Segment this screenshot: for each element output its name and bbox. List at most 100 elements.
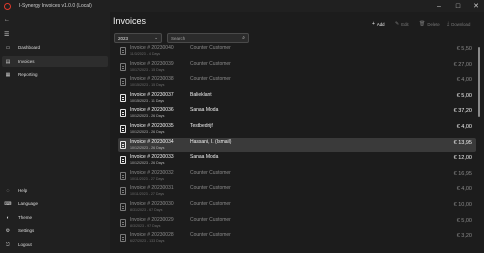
maximize-button[interactable]: □ [451,0,465,12]
invoice-date: 11/3/2023 - 4 Days [130,52,161,56]
edit-label: Edit [401,21,409,27]
invoice-date: 10/12/2023 - 26 Days [130,114,165,119]
document-icon [120,171,126,180]
document-icon [120,93,126,102]
invoice-date: 10/15/2023 - 15 Days [130,83,165,88]
invoice-customer: Counter Customer [190,45,231,51]
year-select[interactable]: 2023 ⌄ [114,33,162,43]
invoice-date: 8/31/2023 - 67 Days [130,208,163,212]
search-placeholder: Search [171,35,186,41]
document-icon [120,234,126,243]
invoice-number: Invoice # 20230035 [130,123,174,129]
sidebar-item-invoices[interactable]: ▤ Invoices [2,56,108,67]
document-icon [120,187,126,196]
invoice-number: Invoice # 20230031 [130,185,174,192]
invoice-date: 10/12/2023 - 26 Days [130,145,165,150]
invoice-amount: € 12,00 [453,155,472,162]
invoice-customer: Sanaa Moda [190,154,219,161]
page-title: Invoices [113,16,147,26]
edit-button[interactable]: ✎ Edit [395,21,409,27]
invoice-row[interactable]: Invoice # 20230037 10/15/2023 - 11 Days Ba… [118,91,476,105]
document-icon [120,156,126,165]
sidebar-item-logout[interactable]: ⎋ Logout [2,239,108,250]
invoice-customer: Counter Customer [190,169,231,176]
download-icon: ⤓ [447,21,450,27]
monitor-icon: ▭ [5,44,11,51]
invoice-date: 6/27/2023 - 133 Days [130,239,165,244]
trash-icon: 🗑 [419,21,426,27]
sidebar-item-reporting[interactable]: ▦ Reporting [2,69,108,80]
sidebar-item-theme[interactable]: ◐ Theme [2,212,108,223]
invoice-amount: € 27,00 [453,61,472,68]
delete-button[interactable]: 🗑 Delete [419,21,440,27]
sidebar-item-help[interactable]: ◌ Help [2,185,108,196]
plus-icon: + [372,21,375,27]
download-button[interactable]: ⤓ Download [447,21,470,27]
invoice-icon: ▤ [5,58,11,65]
invoice-row[interactable]: Invoice # 20230031 10/11/2023 - 27 Days Co… [118,184,476,198]
invoice-row[interactable]: Invoice # 20230033 10/12/2023 - 26 Days Sa… [118,153,476,167]
scrollbar[interactable] [478,47,480,117]
sidebar-item-label: Dashboard [18,45,41,50]
invoice-amount: € 5,00 [456,92,472,99]
invoice-customer: Counter Customer [190,216,231,223]
invoice-customer: Counter Customer [190,185,231,192]
pencil-icon: ✎ [395,21,400,27]
chevron-down-icon: ⌄ [154,35,158,40]
search-input[interactable]: Search ⌕ [167,33,249,43]
report-icon: ▦ [5,71,11,78]
invoice-amount: € 5,00 [456,217,472,224]
invoice-number: Invoice # 20230034 [130,138,174,145]
invoice-date: 10/15/2023 - 11 Days [130,98,165,103]
invoice-customer: Counter Customer [190,232,231,239]
minimize-button[interactable]: – [432,0,446,12]
invoice-number: Invoice # 20230033 [130,154,174,161]
invoice-row[interactable]: Invoice # 20230039 10/17/2023 - 15 Days Co… [118,60,476,74]
sidebar-item-label: Theme [18,215,33,220]
document-icon [120,140,126,149]
invoice-customer: Counter Customer [190,201,231,207]
sidebar-item-dashboard[interactable]: ▭ Dashboard [2,42,108,53]
invoice-row[interactable]: Invoice # 20230029 8/3/2023 - 97 Days Coun… [118,216,476,230]
sidebar-item-label: Language [18,201,39,206]
invoice-row[interactable]: Invoice # 20230030 8/31/2023 - 67 Days Cou… [118,200,476,214]
invoice-number: Invoice # 20230032 [130,169,174,176]
invoice-amount: € 37,20 [453,108,472,115]
search-icon: ⌕ [242,35,245,41]
sidebar-item-settings[interactable]: ⚙ Settings [2,225,108,236]
invoice-date: 10/11/2023 - 27 Days [130,176,165,181]
invoice-row[interactable]: Invoice # 20230038 10/15/2023 - 15 Days Co… [118,75,476,89]
document-icon [120,109,126,118]
document-icon [120,203,126,211]
close-button[interactable]: ✕ [469,0,483,12]
invoice-number: Invoice # 20230037 [130,91,174,98]
year-value: 2023 [118,35,129,41]
invoice-row[interactable]: Invoice # 20230028 6/27/2023 - 133 Days Co… [118,231,476,245]
language-icon: ⌨ [4,200,12,207]
invoice-customer: Balieklant [190,91,212,98]
invoice-amount: € 10,00 [453,202,472,208]
invoice-row[interactable]: Invoice # 20230032 10/11/2023 - 27 Days Co… [118,169,476,183]
add-button[interactable]: + Add [372,21,385,27]
logout-icon: ⎋ [6,241,10,248]
invoice-row[interactable]: Invoice # 20230035 10/12/2023 - 26 Days Te… [118,122,476,136]
invoice-amount: € 16,95 [453,170,472,177]
sidebar-item-label: Help [18,188,28,193]
invoice-number: Invoice # 20230038 [130,76,174,83]
invoice-date: 8/3/2023 - 97 Days [130,223,161,228]
sidebar-item-label: Reporting [18,72,38,77]
invoice-number: Invoice # 20230036 [130,107,174,114]
theme-icon: ◐ [6,214,10,221]
back-icon[interactable]: ← [4,17,10,23]
invoice-row[interactable]: Invoice # 20230034 10/12/2023 - 26 Days Ha… [118,137,476,152]
invoice-amount: € 3,20 [456,233,472,240]
help-icon: ◌ [6,187,10,194]
invoice-number: Invoice # 20230029 [130,216,174,223]
hamburger-menu-icon[interactable]: ☰ [4,31,9,38]
invoice-customer: Sanaa Moda [190,107,219,114]
app-logo-icon [4,2,11,10]
invoice-row[interactable]: Invoice # 20230040 11/3/2023 - 4 Days Coun… [118,44,476,58]
invoice-amount: € 4,00 [456,77,472,84]
sidebar-item-language[interactable]: ⌨ Language [2,198,108,209]
invoice-row[interactable]: Invoice # 20230036 10/12/2023 - 26 Days Sa… [118,106,476,120]
